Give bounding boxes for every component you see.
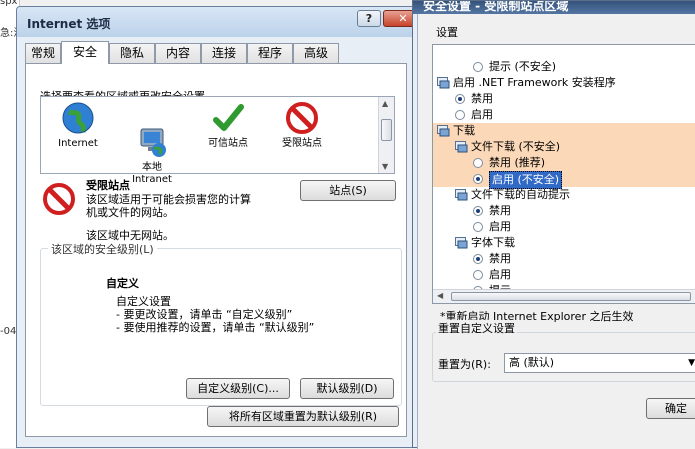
radio-button[interactable]	[473, 254, 483, 264]
settings-group-icon	[455, 141, 468, 153]
title-bar[interactable]: 安全设置 - 受限制站点区域	[413, 1, 695, 14]
reset-to-label: 重置为(R):	[438, 358, 491, 371]
zone-restricted-sites[interactable]: 受限站点	[269, 101, 335, 150]
settings-group-icon	[455, 189, 468, 201]
zone-list-scrollbar[interactable]: ▲ ▼	[378, 97, 394, 173]
setting-label: 文件下载 (不安全)	[471, 140, 561, 153]
zone-trusted-sites[interactable]: 可信站点	[195, 101, 261, 150]
settings-group-icon	[437, 125, 450, 137]
setting-group[interactable]: 文件下载的自动提示	[433, 187, 695, 203]
dialog-title: Internet 选项	[27, 17, 111, 31]
setting-option[interactable]: 启用	[433, 219, 695, 235]
scroll-thumb[interactable]	[381, 119, 392, 141]
scroll-down-icon[interactable]: ▼	[382, 162, 388, 171]
dialog-body: 设置 提示 (不安全) 启用 .NET Framework 安装程序 禁用 启用 下载文…	[417, 14, 695, 449]
background-text: -04	[0, 326, 17, 337]
restricted-zone-icon	[42, 182, 76, 216]
settings-group-icon	[455, 237, 468, 249]
custom-description: - 要使用推荐的设置，请单击 “默认级别”	[116, 321, 315, 334]
radio-button[interactable]	[473, 62, 483, 72]
tab-security[interactable]: 安全	[61, 41, 109, 64]
radio-button[interactable]	[455, 110, 465, 120]
horizontal-scrollbar[interactable]: ◀	[433, 289, 695, 303]
setting-group[interactable]: 字体下载	[433, 235, 695, 251]
security-level-group-title: 该区域的安全级别(L)	[48, 241, 157, 257]
setting-label: 文件下载的自动提示	[471, 188, 570, 201]
setting-option[interactable]: 提示 (不安全)	[433, 59, 695, 75]
setting-label: 提示 (不安全)	[489, 60, 557, 73]
tab-general[interactable]: 常规	[25, 43, 61, 64]
scroll-up-icon[interactable]: ▲	[382, 99, 388, 108]
background-text: spx	[0, 0, 18, 7]
radio-button[interactable]	[473, 270, 483, 280]
title-bar[interactable]: Internet 选项 ? ✕	[17, 7, 423, 37]
setting-label: 启用	[471, 108, 493, 121]
scroll-left-icon[interactable]: ◀	[437, 291, 443, 300]
selected-zone-description: 机或文件的网站。	[86, 206, 174, 219]
setting-option[interactable]: 禁用	[433, 251, 695, 267]
setting-label: 禁用	[489, 252, 511, 265]
sites-button[interactable]: 站点(S)	[300, 180, 396, 201]
zone-internet[interactable]: Internet	[45, 101, 111, 150]
custom-title: 自定义	[106, 277, 139, 290]
setting-label: 启用	[489, 220, 511, 233]
radio-button[interactable]	[473, 158, 483, 168]
local-intranet-icon	[135, 113, 169, 157]
tab-privacy[interactable]: 隐私	[109, 43, 155, 64]
security-tab-panel: 选择要查看的区域或更改安全设置。 Internet 本地 Intranet 可信…	[25, 63, 407, 437]
setting-group[interactable]: 文件下载 (不安全)	[433, 139, 695, 155]
reset-to-select[interactable]: 高 (默认) ▼	[504, 353, 695, 373]
radio-button[interactable]	[473, 222, 483, 232]
default-level-button[interactable]: 默认级别(D)	[300, 378, 394, 399]
zone-label: 受限站点	[282, 138, 322, 149]
setting-label: 禁用	[489, 204, 511, 217]
settings-tree: 提示 (不安全) 启用 .NET Framework 安装程序 禁用 启用 下载 文件下载…	[432, 44, 695, 304]
setting-option[interactable]: 启用	[433, 107, 695, 123]
tab-content[interactable]: 内容	[155, 43, 201, 64]
chevron-down-icon[interactable]: ▼	[688, 354, 695, 372]
internet-options-dialog: Internet 选项 ? ✕ 常规 安全 隐私 内容 连接 程序 高级 选择要…	[16, 6, 423, 448]
globe-icon	[61, 101, 95, 135]
tab-connections[interactable]: 连接	[201, 43, 247, 64]
reset-to-value: 高 (默认)	[509, 356, 555, 369]
radio-button[interactable]	[473, 206, 483, 216]
reset-all-zones-button[interactable]: 将所有区域重置为默认级别(R)	[207, 406, 399, 427]
security-settings-dialog: 安全设置 - 受限制站点区域 设置 提示 (不安全) 启用 .NET Framew…	[412, 0, 695, 449]
setting-option[interactable]: 启用 (不安全)	[433, 171, 695, 189]
setting-label: 禁用	[471, 92, 493, 105]
tab-advanced[interactable]: 高级	[293, 43, 339, 64]
setting-label: 启用	[489, 268, 511, 281]
setting-option[interactable]: 禁用 (推荐)	[433, 155, 695, 171]
zone-label: 可信站点	[208, 138, 248, 149]
checkmark-icon	[211, 101, 245, 135]
setting-option[interactable]: 禁用	[433, 203, 695, 219]
radio-button[interactable]	[455, 94, 465, 104]
setting-group[interactable]: 启用 .NET Framework 安装程序	[433, 75, 695, 91]
setting-label: 下载	[453, 124, 475, 137]
setting-option[interactable]: 禁用	[433, 91, 695, 107]
setting-group[interactable]: 下载	[433, 123, 695, 139]
reset-group-title: 重置自定义设置	[436, 320, 517, 336]
dialog-title: 安全设置 - 受限制站点区域	[423, 1, 569, 13]
radio-button[interactable]	[473, 174, 483, 184]
ok-button[interactable]: 确定	[646, 398, 695, 419]
scroll-thumb[interactable]	[451, 292, 691, 301]
setting-option[interactable]: 启用	[433, 267, 695, 283]
custom-level-button[interactable]: 自定义级别(C)...	[186, 378, 290, 399]
zone-label: Internet	[58, 138, 98, 149]
setting-label: 启用 .NET Framework 安装程序	[453, 76, 616, 89]
setting-label: 禁用 (推荐)	[489, 156, 546, 169]
settings-label: 设置	[436, 26, 458, 39]
restricted-icon	[285, 101, 319, 135]
zone-list: Internet 本地 Intranet 可信站点 受限站点 ▲ ▼	[40, 96, 395, 185]
tab-programs[interactable]: 程序	[247, 43, 293, 64]
help-button[interactable]: ?	[357, 10, 381, 27]
settings-group-icon	[437, 77, 450, 89]
setting-label: 字体下载	[471, 236, 515, 249]
